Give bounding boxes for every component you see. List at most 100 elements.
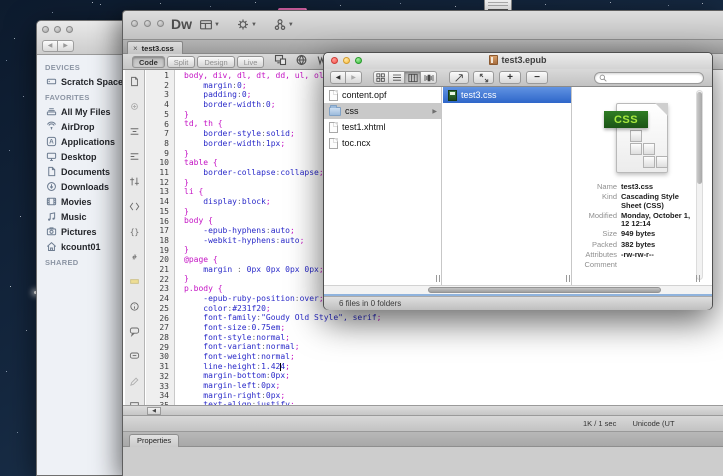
- apply-comment-icon[interactable]: [129, 324, 140, 342]
- sidebar-item-label: Movies: [61, 197, 92, 207]
- code-horizontal-scrollbar[interactable]: ◀: [123, 405, 723, 416]
- minimize-button[interactable]: [54, 26, 61, 33]
- back-button[interactable]: ◀: [42, 40, 58, 52]
- scrollbar-thumb[interactable]: [428, 287, 661, 293]
- file-row-content-opf[interactable]: content.opf: [324, 87, 441, 103]
- edit-icon[interactable]: [129, 374, 140, 392]
- workspace-switcher-button[interactable]: ▼: [199, 18, 220, 31]
- columns-horizontal-scrollbar[interactable]: [324, 285, 712, 294]
- add-button[interactable]: +: [499, 71, 521, 84]
- code-line[interactable]: font-size:0.75em;: [176, 323, 723, 333]
- file-row-css[interactable]: css▶: [324, 103, 441, 119]
- forward-button[interactable]: ▶: [58, 40, 74, 52]
- code-line[interactable]: font-family:"Goudy Old Style", serif;: [176, 313, 723, 323]
- file-name: toc.ncx: [342, 138, 371, 148]
- code-line[interactable]: margin-bottom:0px;: [176, 371, 723, 381]
- search-input[interactable]: [607, 74, 697, 83]
- preview-scrollbar[interactable]: [696, 90, 703, 280]
- dreamweaver-titlebar[interactable]: Dw ▼▼▼: [123, 11, 723, 39]
- live-view-button[interactable]: Live: [237, 56, 265, 68]
- forward-button[interactable]: ▶: [346, 71, 362, 84]
- close-tab-icon[interactable]: ×: [133, 44, 138, 53]
- file-row-toc-ncx[interactable]: toc.ncx: [324, 135, 441, 151]
- preview-in-browser-button[interactable]: [295, 53, 308, 71]
- code-line[interactable]: font-weight:normal;: [176, 352, 723, 362]
- fullscreen-button[interactable]: [473, 71, 494, 84]
- desktop-stars: [0, 0, 1, 1]
- highlight-invalid-code-icon[interactable]: [129, 274, 140, 292]
- epub-titlebar[interactable]: test3.epub: [324, 53, 712, 69]
- open-documents-icon[interactable]: [129, 74, 140, 92]
- sidebar-item-label: kcount01: [61, 242, 101, 252]
- scroll-left-icon[interactable]: ◀: [147, 407, 161, 415]
- file-row-test1-xhtml[interactable]: test1.xhtml: [324, 119, 441, 135]
- column-resize-handle[interactable]: [436, 275, 440, 282]
- zoom-button[interactable]: [66, 26, 73, 33]
- code-line[interactable]: margin-left:0px;: [176, 381, 723, 391]
- column-view: content.opfcss▶test1.xhtml toc.ncx test3.…: [324, 87, 712, 285]
- list-view-icon: [392, 73, 402, 83]
- tab-properties[interactable]: Properties: [129, 434, 179, 447]
- balance-braces-icon[interactable]: {}: [129, 224, 140, 242]
- close-button[interactable]: [131, 20, 138, 27]
- code-line[interactable]: font-variant:normal;: [176, 342, 723, 352]
- line-numbers-icon[interactable]: #: [129, 249, 140, 267]
- window-title: test3.epub: [324, 55, 712, 65]
- search-icon: [599, 74, 607, 82]
- gear-button[interactable]: ▼: [236, 18, 257, 31]
- info-label: Attributes: [579, 251, 621, 260]
- multiscreen-preview-icon: [274, 54, 287, 66]
- split-view-button[interactable]: Split: [167, 56, 196, 68]
- info-icon[interactable]: [129, 299, 140, 317]
- code-navigator-icon[interactable]: [129, 99, 140, 117]
- icon-view-button[interactable]: [373, 71, 389, 84]
- preview-info-row: ModifiedMonday, October 1, 12 12:14: [579, 212, 699, 229]
- zoom-button[interactable]: [157, 20, 164, 27]
- column-resize-handle[interactable]: [696, 275, 700, 282]
- collapse-selection-icon[interactable]: [129, 149, 140, 167]
- column-view-button[interactable]: [405, 71, 421, 84]
- design-view-button[interactable]: Design: [197, 56, 234, 68]
- remove-icon: −: [534, 73, 540, 83]
- coding-toolbar: {} #: [125, 70, 145, 405]
- tab-test3-css[interactable]: × test3.css: [127, 41, 183, 54]
- tab-label: test3.css: [142, 44, 174, 53]
- code-line[interactable]: font-style:normal;: [176, 333, 723, 343]
- code-view-button[interactable]: Code: [132, 56, 165, 68]
- text-cursor: [280, 363, 281, 371]
- css-file-icon: [448, 90, 457, 101]
- remove-comment-icon[interactable]: [129, 349, 140, 367]
- share-icon: [454, 73, 464, 83]
- site-icon: [273, 18, 287, 31]
- document-size-time: 1K / 1 sec: [583, 419, 616, 428]
- expand-all-icon[interactable]: [129, 174, 140, 192]
- coverflow-view-button[interactable]: [421, 71, 437, 84]
- workspace-switcher-icon: [199, 18, 213, 31]
- column-2: test3.css: [443, 87, 572, 285]
- search-field[interactable]: [594, 72, 704, 84]
- minimize-button[interactable]: [144, 20, 151, 27]
- folder-icon: [329, 107, 341, 116]
- back-button[interactable]: ◀: [330, 71, 346, 84]
- collapse-full-tag-icon[interactable]: [129, 124, 140, 142]
- column-resize-handle[interactable]: [566, 275, 570, 282]
- applications-icon: A: [46, 136, 57, 147]
- site-button[interactable]: ▼: [273, 18, 294, 31]
- preview-info-row: Comment: [579, 261, 699, 270]
- svg-text:{}: {}: [130, 227, 139, 236]
- info-value: Monday, October 1, 12 12:14: [621, 212, 695, 229]
- file-row-test3-css[interactable]: test3.css: [443, 87, 571, 103]
- preview-column: CSS Nametest3.cssKindCascading Style She…: [573, 87, 705, 285]
- airdrop-icon: [46, 121, 57, 132]
- music-icon: [46, 211, 57, 222]
- select-parent-tag-icon[interactable]: [129, 199, 140, 217]
- remove-button[interactable]: −: [526, 71, 548, 84]
- list-view-button[interactable]: [389, 71, 405, 84]
- multiscreen-preview-button[interactable]: [274, 53, 287, 71]
- share-button[interactable]: [449, 71, 469, 84]
- epub-file-icon: [489, 55, 498, 65]
- close-button[interactable]: [42, 26, 49, 33]
- code-line[interactable]: line-height:1.424;: [176, 362, 723, 372]
- code-line[interactable]: margin-right:0px;: [176, 391, 723, 401]
- info-value: Cascading Style Sheet (CSS): [621, 193, 695, 210]
